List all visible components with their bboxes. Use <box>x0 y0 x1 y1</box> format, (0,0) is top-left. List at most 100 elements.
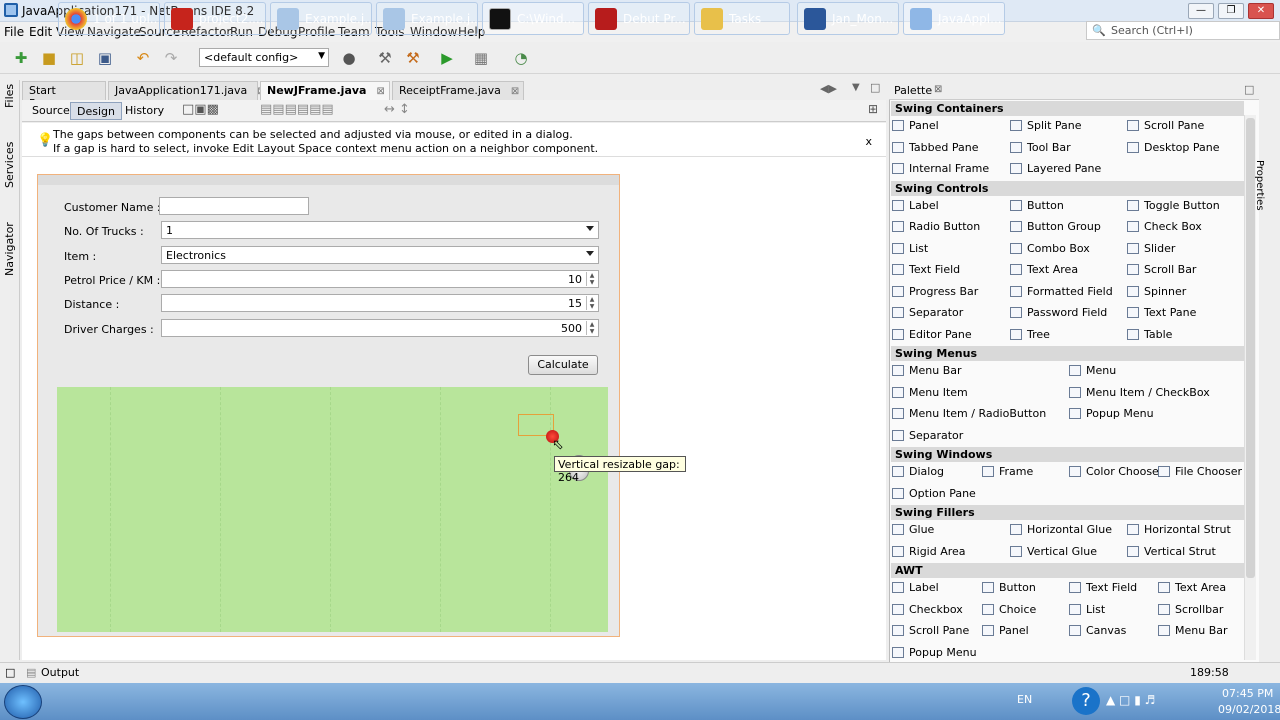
properties-tab[interactable]: Properties <box>1254 160 1265 211</box>
palette-item-radio-button[interactable]: Radio Button <box>892 220 980 233</box>
profile-icon[interactable]: ◔ <box>510 47 532 69</box>
palette-item-horizontal-glue[interactable]: Horizontal Glue <box>1010 523 1112 536</box>
start-button[interactable] <box>4 685 42 719</box>
task-debut[interactable]: Debut Pr... <box>588 2 690 35</box>
help-icon[interactable]: ? <box>1072 687 1100 715</box>
palette-item-glue[interactable]: Glue <box>892 523 934 536</box>
palette-item-button-group[interactable]: Button Group <box>1010 220 1101 233</box>
palette-item-vertical-strut[interactable]: Vertical Strut <box>1127 545 1216 558</box>
build-hammer-icon[interactable]: ⚒ <box>374 47 396 69</box>
maximize-editor-icon[interactable]: □ <box>870 81 880 94</box>
palette-item-panel[interactable]: Panel <box>982 624 1029 637</box>
distance-spinner[interactable]: 15 ▲ ▼ <box>161 294 599 312</box>
palette-item-password-field[interactable]: Password Field <box>1010 306 1107 319</box>
palette-item-canvas[interactable]: Canvas <box>1069 624 1126 637</box>
palette-item-horizontal-strut[interactable]: Horizontal Strut <box>1127 523 1231 536</box>
expand-icon[interactable]: ⊞ <box>868 102 878 116</box>
language-indicator[interactable]: EN <box>1017 693 1032 706</box>
palette-item-toggle-button[interactable]: Toggle Button <box>1127 199 1220 212</box>
spinner-up-icon[interactable]: ▲ <box>586 321 597 328</box>
driver-charges-spinner[interactable]: 500 ▲ ▼ <box>161 319 599 337</box>
maximize-button[interactable]: ❐ <box>1218 3 1244 19</box>
palette-item-text-area[interactable]: Text Area <box>1010 263 1078 276</box>
palette-item-internal-frame[interactable]: Internal Frame <box>892 162 989 175</box>
globe-icon[interactable]: ● <box>338 47 360 69</box>
spinner-up-icon[interactable]: ▲ <box>586 272 597 279</box>
design-view-button[interactable]: Design <box>70 102 122 120</box>
task-chrome[interactable]: 1 of 1 upl... <box>58 2 160 35</box>
palette-item-label[interactable]: Label <box>892 581 939 594</box>
clock-date[interactable]: 09/02/2018 <box>1218 703 1280 716</box>
palette-item-split-pane[interactable]: Split Pane <box>1010 119 1082 132</box>
palette-item-menu-item[interactable]: Menu Item <box>892 386 968 399</box>
palette-item-menu[interactable]: Menu <box>1069 364 1116 377</box>
palette-item-tabbed-pane[interactable]: Tabbed Pane <box>892 141 978 154</box>
palette-item-layered-pane[interactable]: Layered Pane <box>1010 162 1101 175</box>
palette-category-swing-menus[interactable]: Swing Menus <box>891 346 1244 361</box>
palette-category-swing-fillers[interactable]: Swing Fillers <box>891 505 1244 520</box>
task-example-2[interactable]: Example.j... <box>376 2 478 35</box>
new-file-icon[interactable]: ✚ <box>10 47 32 69</box>
palette-item-combo-box[interactable]: Combo Box <box>1010 242 1090 255</box>
palette-item-spinner[interactable]: Spinner <box>1127 285 1186 298</box>
calculate-button[interactable]: Calculate <box>528 355 598 375</box>
palette-item-tree[interactable]: Tree <box>1010 328 1050 341</box>
tab-receiptframe[interactable]: ReceiptFrame.java ⊠ <box>392 81 524 100</box>
spinner-down-icon[interactable]: ▼ <box>586 279 597 286</box>
palette-item-text-field[interactable]: Text Field <box>1069 581 1137 594</box>
palette-item-formatted-field[interactable]: Formatted Field <box>1010 285 1113 298</box>
trucks-combo[interactable]: 1 <box>161 221 599 239</box>
close-palette-icon[interactable]: ⊠ <box>934 84 942 95</box>
navigator-tab[interactable]: Navigator <box>3 222 16 276</box>
palette-item-popup-menu[interactable]: Popup Menu <box>892 646 977 659</box>
close-button[interactable]: ✕ <box>1248 3 1274 19</box>
palette-category-swing-controls[interactable]: Swing Controls <box>891 180 1244 196</box>
palette-item-menu-bar[interactable]: Menu Bar <box>892 364 962 377</box>
services-tab[interactable]: Services <box>3 142 16 188</box>
history-view-button[interactable]: History <box>119 102 170 120</box>
palette-item-check-box[interactable]: Check Box <box>1127 220 1202 233</box>
save-all-icon[interactable]: ▣ <box>94 47 116 69</box>
palette-category-swing-windows[interactable]: Swing Windows <box>891 447 1244 462</box>
palette-category-awt[interactable]: AWT <box>891 563 1244 578</box>
debug-icon[interactable]: ▦ <box>470 47 492 69</box>
palette-item-list[interactable]: List <box>1069 603 1105 616</box>
clean-build-icon[interactable]: ⚒ <box>402 47 424 69</box>
tab-newjframe[interactable]: NewJFrame.java ⊠ <box>260 81 390 100</box>
align-tools-icon[interactable]: ▤▤▤▤▤▤ <box>260 102 334 117</box>
palette-item-tool-bar[interactable]: Tool Bar <box>1010 141 1071 154</box>
palette-item-choice[interactable]: Choice <box>982 603 1036 616</box>
config-dropdown[interactable]: <default config> ▼ <box>199 48 329 67</box>
source-view-button[interactable]: Source <box>26 102 76 120</box>
close-tab-icon[interactable]: ⊠ <box>376 86 384 97</box>
task-pdf[interactable]: project2.... <box>164 2 266 35</box>
resize-tools-icon[interactable]: ↔ ↕ <box>384 102 410 117</box>
output-window-icon[interactable]: □ <box>5 666 15 679</box>
palette-item-menu-item-radiobutton[interactable]: Menu Item / RadioButton <box>892 407 1046 420</box>
undo-icon[interactable]: ↶ <box>132 47 154 69</box>
tray-icons[interactable]: ▲ □ ▮ ♬ <box>1106 693 1155 707</box>
palette-item-button[interactable]: Button <box>1010 199 1064 212</box>
task-cmd[interactable]: C:\Wind... <box>482 2 584 35</box>
palette-item-progress-bar[interactable]: Progress Bar <box>892 285 978 298</box>
palette-item-menu-item-checkbox[interactable]: Menu Item / CheckBox <box>1069 386 1210 399</box>
new-project-icon[interactable]: ■ <box>38 47 60 69</box>
menu-file[interactable]: File <box>4 25 24 39</box>
palette-category-swing-containers[interactable]: Swing Containers <box>891 101 1244 116</box>
palette-item-table[interactable]: Table <box>1127 328 1172 341</box>
palette-item-scroll-bar[interactable]: Scroll Bar <box>1127 263 1196 276</box>
palette-item-editor-pane[interactable]: Editor Pane <box>892 328 972 341</box>
palette-item-panel[interactable]: Panel <box>892 119 939 132</box>
palette-item-frame[interactable]: Frame <box>982 465 1033 478</box>
palette-item-file-chooser[interactable]: File Chooser <box>1158 465 1242 478</box>
palette-item-desktop-pane[interactable]: Desktop Pane <box>1127 141 1219 154</box>
open-project-icon[interactable]: ◫ <box>66 47 88 69</box>
palette-item-checkbox[interactable]: Checkbox <box>892 603 963 616</box>
tab-list-icon[interactable]: ▼ <box>852 82 860 93</box>
palette-item-text-field[interactable]: Text Field <box>892 263 960 276</box>
palette-item-slider[interactable]: Slider <box>1127 242 1175 255</box>
palette-item-scroll-pane[interactable]: Scroll Pane <box>892 624 969 637</box>
spinner-down-icon[interactable]: ▼ <box>586 328 597 335</box>
palette-item-menu-bar[interactable]: Menu Bar <box>1158 624 1228 637</box>
petrol-spinner[interactable]: 10 ▲ ▼ <box>161 270 599 288</box>
